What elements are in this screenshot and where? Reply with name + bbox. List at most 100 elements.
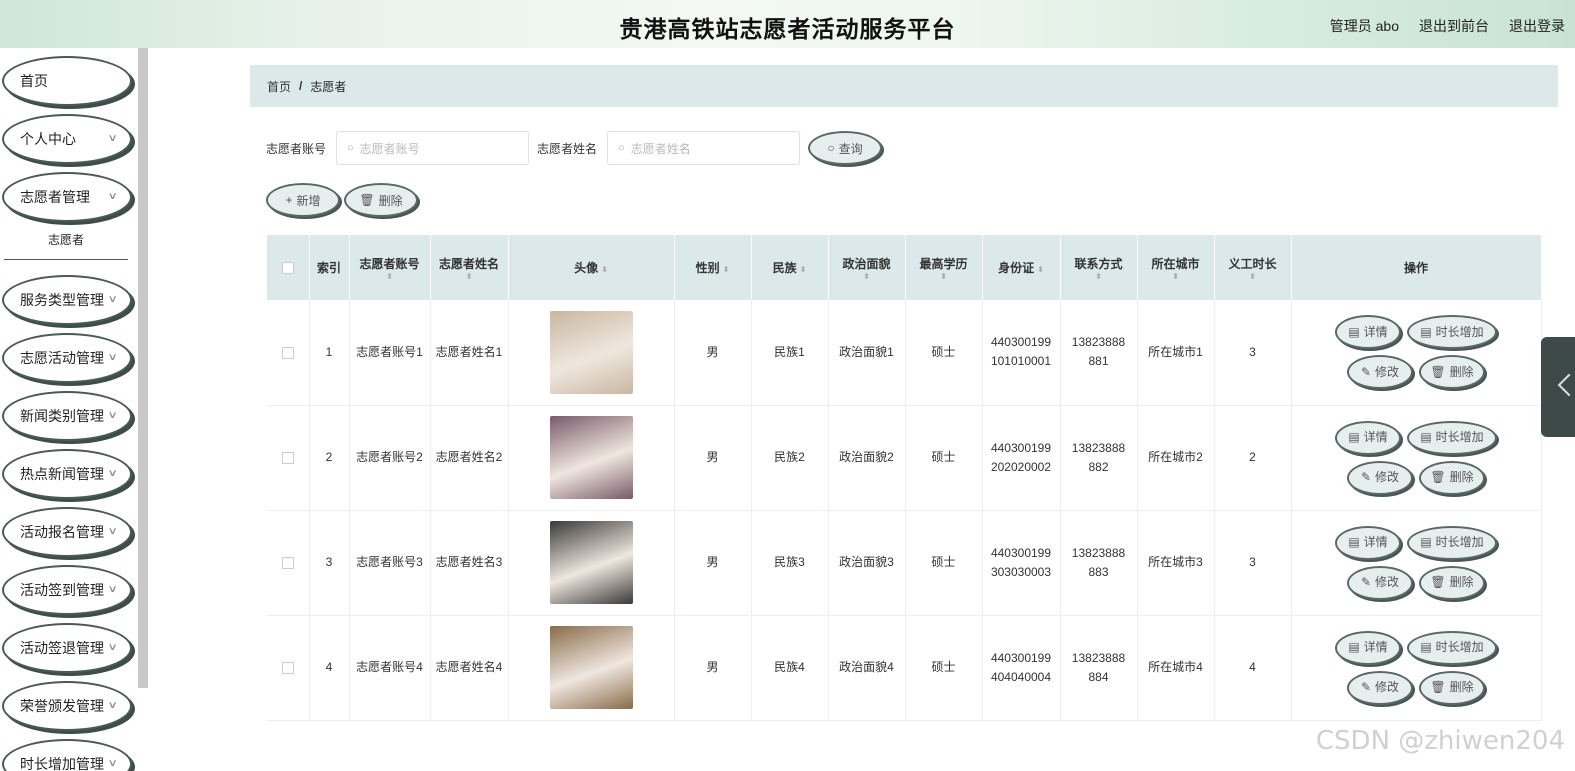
detail-button[interactable]: ▤ 详情 (1335, 420, 1401, 455)
cell-ops: ▤ 详情 ▤ 时长增加 ✎ 修改 🗑 删除 (1291, 615, 1542, 721)
detail-label: 详情 (1363, 640, 1388, 654)
cell-index: 1 (309, 300, 350, 406)
sort-icon[interactable]: ⬍ (431, 272, 508, 281)
name-search-input[interactable]: ○ 志愿者姓名 (607, 131, 801, 165)
add-hours-button[interactable]: ▤ 时长增加 (1407, 420, 1497, 455)
sidebar-item-service-type[interactable]: 服务类型管理 ∨ (2, 275, 132, 325)
row-delete-button[interactable]: 🗑 删除 (1419, 355, 1485, 390)
sidebar-item-checkout[interactable]: 活动签退管理 ∨ (2, 623, 132, 673)
sidebar-item-news-category[interactable]: 新闻类别管理 ∨ (2, 391, 132, 441)
sidebar-item-activity[interactable]: 志愿活动管理 ∨ (2, 333, 132, 383)
edit-label: 修改 (1375, 575, 1400, 589)
sidebar-subitem-volunteer[interactable]: 志愿者 (4, 220, 128, 260)
cell-ops: ▤ 详情 ▤ 时长增加 ✎ 修改 🗑 删除 (1291, 300, 1542, 406)
sidebar-item-honor[interactable]: 荣誉颁发管理 ∨ (2, 681, 132, 731)
sidebar-item-signup[interactable]: 活动报名管理 ∨ (2, 507, 132, 557)
col-gender[interactable]: 性别 ⬍ (674, 235, 752, 300)
cell-ops: ▤ 详情 ▤ 时长增加 ✎ 修改 🗑 删除 (1291, 405, 1542, 511)
cell-account: 志愿者账号2 (349, 405, 431, 511)
col-ethnic[interactable]: 民族 ⬍ (751, 235, 829, 300)
admin-user-label: 管理员 abo (1329, 18, 1399, 34)
sidebar-item-personal[interactable]: 个人中心 ∨ (2, 114, 132, 164)
sidebar-item-home[interactable]: 首页 (2, 56, 132, 106)
col-avatar-label: 头像 (574, 261, 599, 275)
col-education[interactable]: 最高学历 ⬍ (905, 235, 983, 300)
row-delete-button[interactable]: 🗑 删除 (1419, 565, 1485, 600)
sidebar-item-label: 热点新闻管理 (20, 466, 104, 482)
col-political-label: 政治面貌 (842, 256, 891, 271)
sort-icon[interactable]: ⬍ (800, 265, 807, 274)
cell-hours: 2 (1214, 405, 1292, 511)
avatar[interactable] (549, 416, 633, 499)
row-checkbox[interactable] (267, 300, 310, 406)
row-checkbox[interactable] (267, 405, 310, 511)
document-icon: ▤ (1348, 324, 1360, 339)
edit-icon: ✎ (1360, 364, 1372, 379)
chevron-down-icon: ∨ (107, 191, 118, 202)
edit-button[interactable]: ✎ 修改 (1347, 565, 1413, 600)
account-search-input[interactable]: ○ 志愿者账号 (336, 131, 530, 165)
add-hours-button[interactable]: ▤ 时长增加 (1407, 525, 1497, 560)
col-phone[interactable]: 联系方式 ⬍ (1060, 235, 1138, 300)
sort-icon[interactable]: ⬍ (1061, 272, 1137, 281)
col-political[interactable]: 政治面貌 ⬍ (828, 235, 906, 300)
search-bar: 志愿者账号 ○ 志愿者账号 志愿者姓名 ○ 志愿者姓名 ○ 查询 (266, 131, 883, 165)
table-row: 1 志愿者账号1 志愿者姓名1 男民族1 政治面貌1 硕士 4403001991010100… (267, 300, 1542, 406)
col-city[interactable]: 所在城市 ⬍ (1137, 235, 1215, 300)
row-checkbox[interactable] (267, 510, 310, 616)
breadcrumb-home[interactable]: 首页 (267, 78, 291, 95)
query-button[interactable]: ○ 查询 (808, 131, 883, 165)
watermark: CSDN @zhiwen204 (1315, 726, 1565, 756)
add-hours-button[interactable]: ▤ 时长增加 (1407, 315, 1497, 350)
detail-button[interactable]: ▤ 详情 (1335, 525, 1401, 560)
add-hours-label: 时长增加 (1435, 324, 1484, 339)
edit-button[interactable]: ✎ 修改 (1347, 355, 1413, 390)
col-city-label: 所在城市 (1151, 256, 1200, 271)
side-collapse-tab[interactable] (1541, 337, 1575, 437)
sort-icon[interactable]: ⬍ (1138, 272, 1214, 281)
col-avatar[interactable]: 头像 ⬍ (508, 235, 675, 300)
chevron-down-icon: ∨ (107, 468, 118, 479)
exit-to-front-link[interactable]: 退出到前台 (1419, 16, 1489, 36)
table-row: 2 志愿者账号2 志愿者姓名2 男民族2 政治面貌2 硕士 4403001992020200… (267, 405, 1542, 511)
sidebar-item-volunteers[interactable]: 志愿者管理 ∨ (2, 172, 132, 222)
add-button[interactable]: + 新增 (266, 183, 340, 217)
row-delete-button[interactable]: 🗑 删除 (1419, 670, 1485, 705)
cell-avatar (508, 405, 675, 511)
avatar[interactable] (549, 310, 633, 394)
logout-link[interactable]: 退出登录 (1509, 16, 1565, 36)
sort-icon[interactable]: ⬍ (350, 272, 430, 281)
row-checkbox[interactable] (267, 615, 310, 721)
col-idcard[interactable]: 身份证 ⬍ (982, 235, 1061, 300)
delete-button[interactable]: 🗑 删除 (344, 183, 418, 217)
trash-icon: 🗑 (1430, 575, 1446, 589)
sidebar-scrollbar[interactable] (138, 48, 148, 688)
row-delete-button[interactable]: 🗑 删除 (1419, 460, 1485, 495)
edit-button[interactable]: ✎ 修改 (1347, 670, 1413, 705)
sort-icon[interactable]: ⬍ (906, 272, 982, 281)
sort-icon[interactable]: ⬍ (1215, 272, 1291, 281)
sort-icon[interactable]: ⬍ (601, 265, 608, 274)
detail-button[interactable]: ▤ 详情 (1335, 315, 1401, 350)
col-ethnic-label: 民族 (772, 261, 797, 275)
col-hours-label: 义工时长 (1228, 256, 1277, 271)
cell-idcard: 440300199101010001 (982, 300, 1061, 406)
header: 贵港高铁站志愿者活动服务平台 管理员 abo 退出到前台 退出登录 (0, 0, 1575, 48)
sort-icon[interactable]: ⬍ (723, 265, 730, 274)
col-account[interactable]: 志愿者账号 ⬍ (349, 235, 431, 300)
sidebar-item-hours[interactable]: 时长增加管理 ∨ (2, 739, 132, 771)
add-hours-button[interactable]: ▤ 时长增加 (1407, 630, 1497, 665)
sort-icon[interactable]: ⬍ (829, 272, 905, 281)
sidebar-item-checkin[interactable]: 活动签到管理 ∨ (2, 565, 132, 615)
avatar[interactable] (549, 626, 633, 709)
col-name[interactable]: 志愿者姓名 ⬍ (430, 235, 509, 300)
table-row: 4 志愿者账号4 志愿者姓名4 男民族4 政治面貌4 硕士 4403001994040400… (267, 615, 1542, 721)
select-all-checkbox[interactable] (267, 235, 310, 300)
sort-icon[interactable]: ⬍ (1037, 265, 1044, 274)
avatar[interactable] (549, 521, 633, 604)
detail-button[interactable]: ▤ 详情 (1335, 630, 1401, 665)
chevron-down-icon: ∨ (107, 294, 118, 305)
col-hours[interactable]: 义工时长 ⬍ (1214, 235, 1292, 300)
edit-button[interactable]: ✎ 修改 (1347, 460, 1413, 495)
sidebar-item-hot-news[interactable]: 热点新闻管理 ∨ (2, 449, 132, 499)
